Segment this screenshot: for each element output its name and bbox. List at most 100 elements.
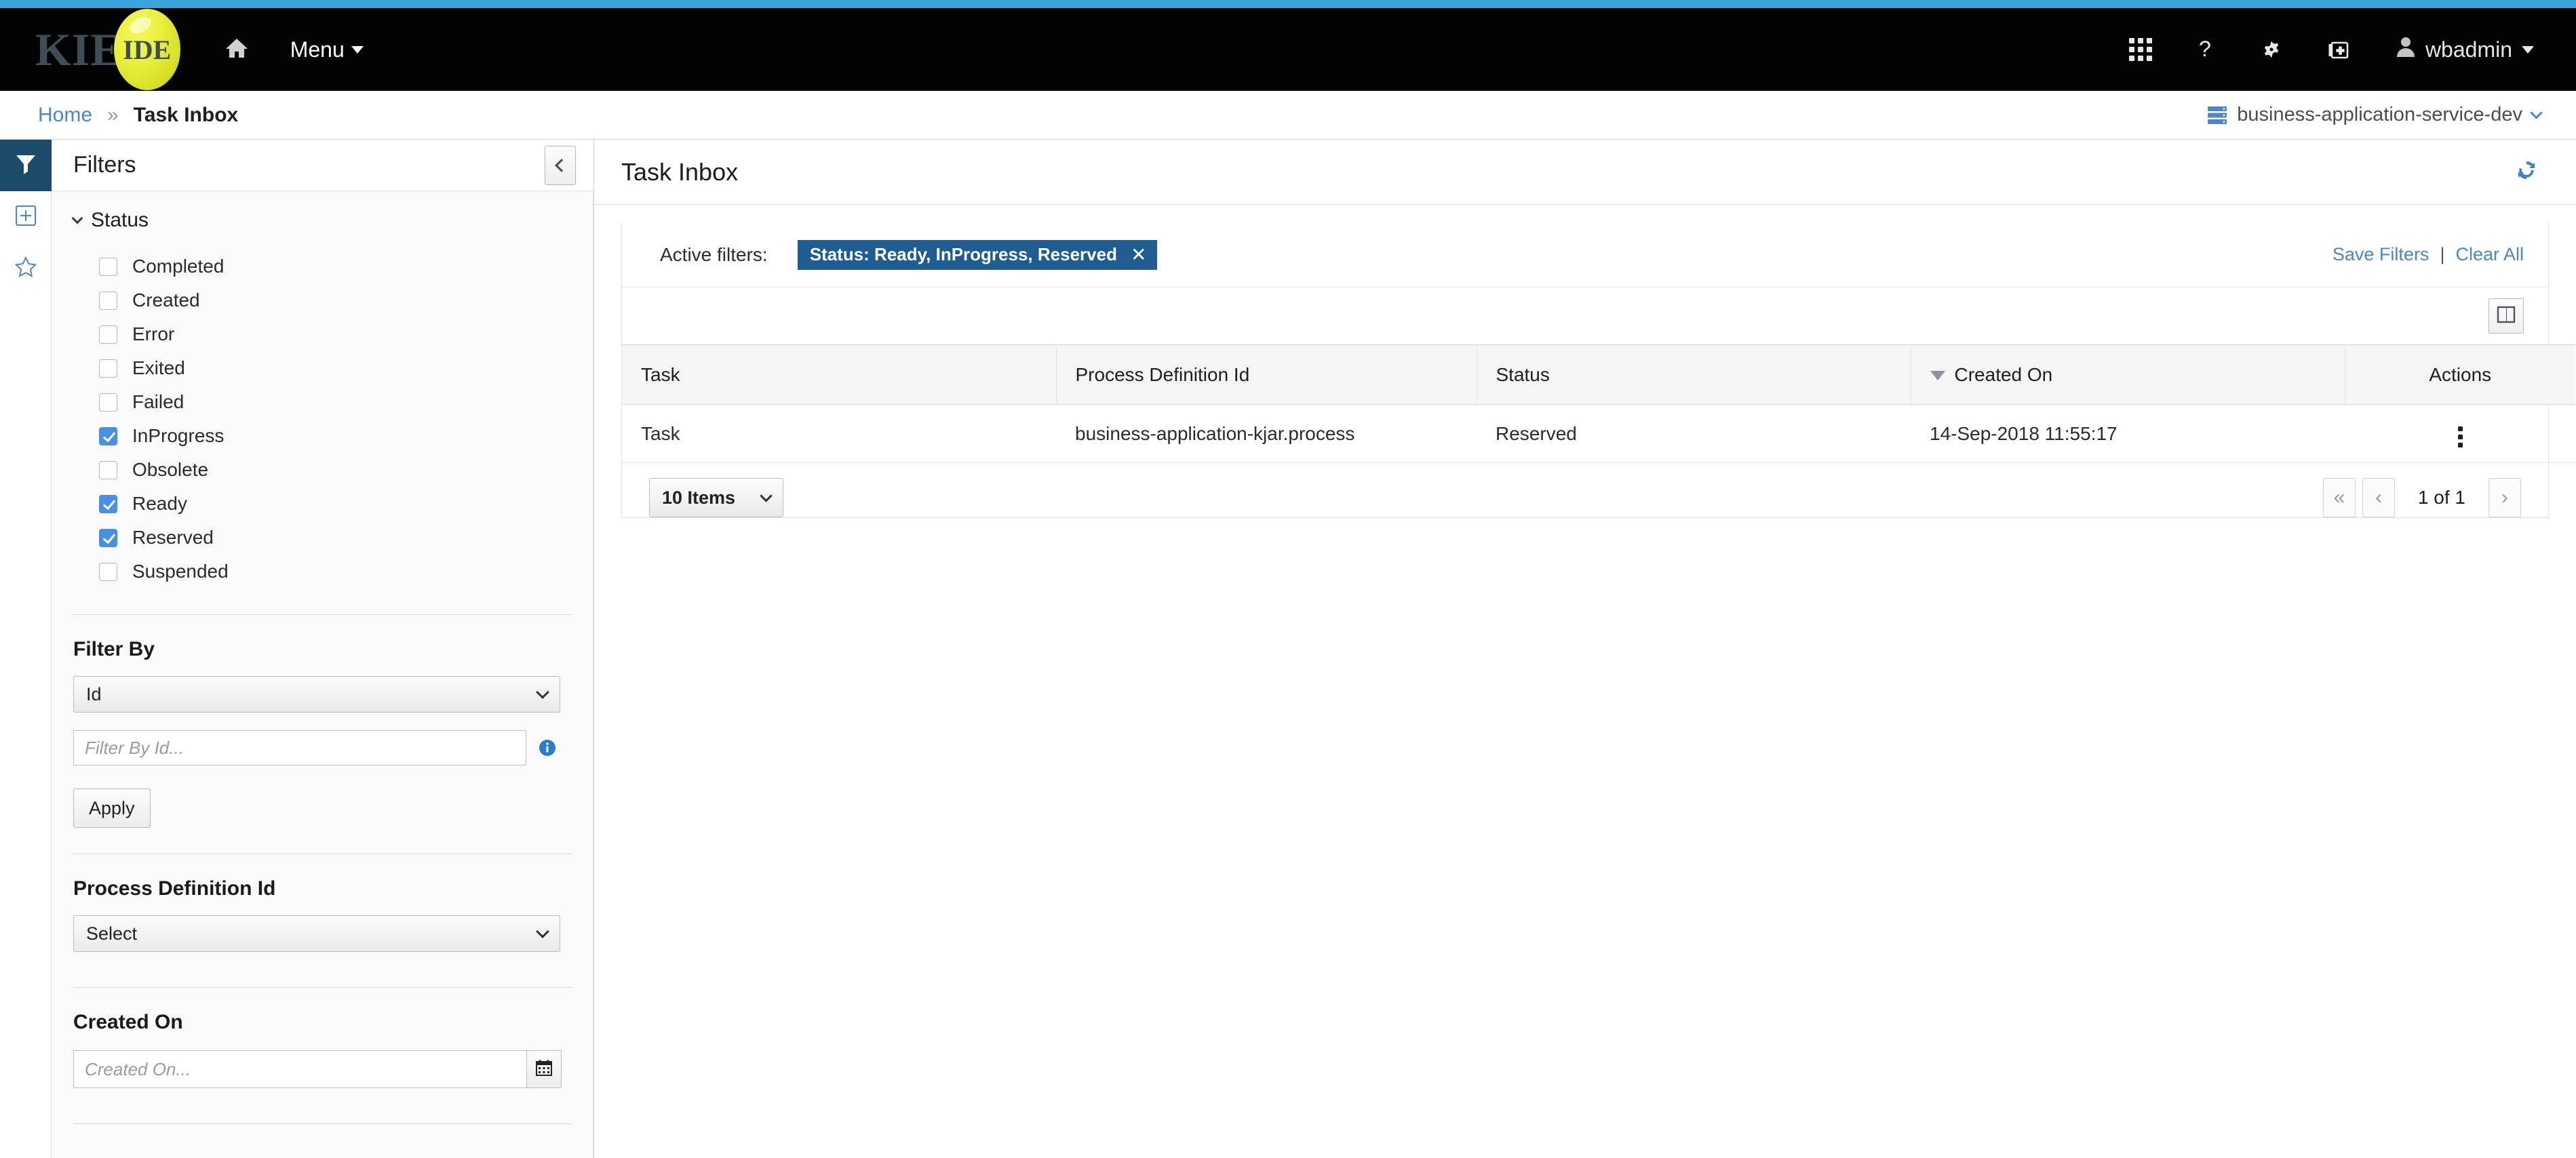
- breadcrumb-home-link[interactable]: Home: [38, 104, 92, 127]
- collapse-panel-button[interactable]: [545, 145, 576, 185]
- status-option-label: Obsolete: [132, 459, 209, 480]
- column-header-process-definition-id[interactable]: Process Definition Id: [1056, 344, 1477, 405]
- status-option-label: Ready: [132, 493, 187, 514]
- server-stack-icon: [2207, 106, 2227, 125]
- brand-logo[interactable]: KIE IDE: [35, 9, 180, 90]
- page-frame: Filters Status Completed Created Error E…: [0, 140, 2576, 1158]
- table-row[interactable]: Task business-application-kjar.process R…: [622, 404, 2575, 463]
- calendar-button[interactable]: [526, 1050, 562, 1088]
- column-header-label: Actions: [2429, 363, 2492, 385]
- links-separator: |: [2440, 244, 2445, 264]
- user-menu[interactable]: wbadmin: [2396, 36, 2534, 63]
- star-icon: [14, 256, 37, 281]
- filter-actions: Save Filters | Clear All: [2333, 244, 2524, 265]
- rail-item-favorites[interactable]: [0, 243, 52, 294]
- page-size-select[interactable]: 10 Items: [649, 478, 783, 517]
- rail-item-add[interactable]: [0, 191, 52, 243]
- save-filters-link[interactable]: Save Filters: [2333, 244, 2429, 265]
- breadcrumb-bar: Home » Task Inbox business-application-s…: [0, 91, 2576, 140]
- menu-label: Menu: [290, 37, 345, 62]
- column-chooser-button[interactable]: [2489, 298, 2524, 334]
- svg-text:?: ?: [2199, 37, 2211, 61]
- status-option-created[interactable]: Created: [73, 283, 572, 317]
- rail-item-filters[interactable]: [0, 140, 52, 191]
- column-header-task[interactable]: Task: [622, 344, 1057, 405]
- chevron-down-icon: [536, 925, 549, 938]
- gear-icon[interactable]: [2260, 38, 2283, 61]
- status-option-error[interactable]: Error: [73, 317, 572, 351]
- status-option-reserved[interactable]: Reserved: [73, 521, 572, 555]
- info-circle-icon[interactable]: [539, 739, 556, 757]
- cell-status: Reserved: [1477, 404, 1911, 463]
- column-header-created-on[interactable]: Created On: [1911, 344, 2345, 405]
- home-button[interactable]: [225, 37, 248, 62]
- apply-button[interactable]: Apply: [73, 788, 151, 828]
- created-on-input-group: [73, 1050, 572, 1088]
- next-page-button[interactable]: ›: [2489, 478, 2521, 517]
- status-option-label: Created: [132, 290, 200, 311]
- chevron-down-icon: [2522, 45, 2534, 54]
- help-question-icon[interactable]: ?: [2198, 37, 2215, 62]
- filter-by-input[interactable]: [73, 730, 526, 765]
- task-table: Task Process Definition Id Status Create…: [622, 344, 2575, 463]
- page-title: Task Inbox: [621, 157, 739, 186]
- status-section-toggle[interactable]: Status: [71, 209, 572, 232]
- table-toolbar: [622, 287, 2548, 344]
- cell-process-definition-id: business-application-kjar.process: [1056, 404, 1477, 463]
- active-filters-bar: Active filters: Status: Ready, InProgres…: [622, 222, 2548, 287]
- status-option-completed[interactable]: Completed: [73, 249, 572, 283]
- checkbox-icon[interactable]: [99, 359, 117, 378]
- checkbox-icon[interactable]: [99, 393, 117, 412]
- status-checkbox-list: Completed Created Error Exited Failed In…: [73, 249, 572, 588]
- status-option-failed[interactable]: Failed: [73, 385, 572, 419]
- close-x-icon[interactable]: ✕: [1131, 243, 1146, 266]
- refresh-button[interactable]: [2515, 159, 2538, 185]
- active-filter-chip-label: Status: Ready, InProgress, Reserved: [809, 244, 1117, 264]
- checkbox-icon[interactable]: [99, 291, 117, 310]
- main-content: Task Inbox Active filters: Status: Ready…: [594, 140, 2576, 1158]
- status-option-label: InProgress: [132, 425, 225, 446]
- status-option-obsolete[interactable]: Obsolete: [73, 453, 572, 487]
- cell-created-on: 14-Sep-2018 11:55:17: [1911, 404, 2345, 463]
- chevron-down-icon: [71, 212, 83, 224]
- menu-dropdown[interactable]: Menu: [290, 37, 364, 62]
- filter-icon: [15, 153, 37, 178]
- filters-panel-title: Filters: [73, 152, 136, 178]
- checkbox-icon[interactable]: [99, 494, 117, 513]
- first-aid-kit-icon[interactable]: [2328, 38, 2351, 61]
- checkbox-icon[interactable]: [99, 257, 117, 276]
- checkbox-icon[interactable]: [99, 325, 117, 344]
- clear-all-link[interactable]: Clear All: [2455, 244, 2524, 265]
- divider: [73, 614, 572, 615]
- task-inbox-card: Active filters: Status: Ready, InProgres…: [621, 222, 2575, 518]
- divider: [73, 987, 572, 988]
- first-page-button[interactable]: «: [2322, 478, 2356, 517]
- status-option-label: Completed: [132, 256, 225, 277]
- checkbox-icon[interactable]: [99, 528, 117, 547]
- server-label: business-application-service-dev: [2237, 104, 2522, 125]
- filter-by-select[interactable]: Id: [73, 676, 560, 713]
- server-selector[interactable]: business-application-service-dev: [2207, 104, 2543, 126]
- active-filter-chip[interactable]: Status: Ready, InProgress, Reserved ✕: [797, 239, 1158, 270]
- prev-page-button[interactable]: ‹: [2362, 478, 2395, 517]
- status-section-label: Status: [91, 209, 149, 231]
- filter-by-select-value: Id: [86, 683, 102, 704]
- kebab-menu-icon[interactable]: [2453, 421, 2468, 453]
- column-header-status[interactable]: Status: [1477, 344, 1911, 405]
- created-on-input[interactable]: [73, 1050, 526, 1088]
- status-option-suspended[interactable]: Suspended: [73, 555, 572, 588]
- status-option-exited[interactable]: Exited: [73, 351, 572, 385]
- brand-primary-text: KIE: [35, 24, 122, 75]
- apps-grid-icon[interactable]: [2128, 37, 2153, 62]
- checkbox-icon[interactable]: [99, 562, 117, 581]
- breadcrumb-current: Task Inbox: [133, 103, 239, 126]
- chevron-down-icon: [536, 685, 549, 699]
- column-header-label: Status: [1496, 363, 1550, 385]
- status-option-ready[interactable]: Ready: [73, 487, 572, 521]
- process-definition-select[interactable]: Select: [73, 915, 560, 952]
- status-option-inprogress[interactable]: InProgress: [73, 419, 572, 453]
- checkbox-icon[interactable]: [99, 460, 117, 479]
- checkbox-icon[interactable]: [99, 426, 117, 445]
- filter-by-input-row: [73, 730, 572, 765]
- status-option-label: Suspended: [132, 561, 229, 582]
